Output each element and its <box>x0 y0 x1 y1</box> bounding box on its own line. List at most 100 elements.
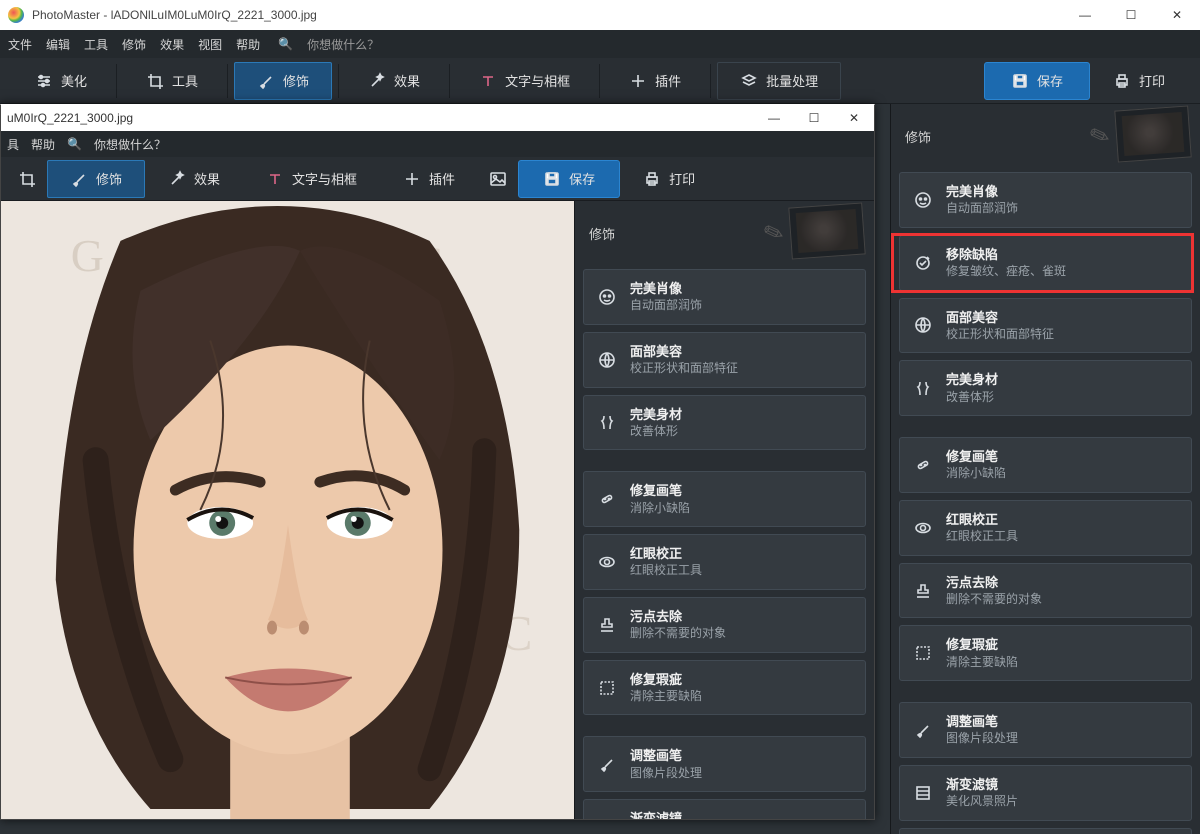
print-button[interactable]: 打印 <box>1090 62 1188 100</box>
nested-search-input[interactable]: 你想做什么？ <box>94 136 166 153</box>
menu-search-input[interactable]: 你想做什么？ <box>307 36 379 53</box>
menu-view[interactable]: 视图 <box>198 36 222 53</box>
eye-icon <box>912 519 934 537</box>
card-stamp[interactable]: 污点去除删除不需要的对象 <box>899 563 1192 619</box>
nested-titlebar: uM0IrQ_2221_3000.jpg — ☐ ✕ <box>1 105 874 131</box>
tool-tools[interactable]: 工具 <box>123 62 221 100</box>
tool-text[interactable]: 文字与相框 <box>456 62 593 100</box>
card-stamp[interactable]: 污点去除删除不需要的对象 <box>583 597 866 653</box>
card-subtitle: 自动面部润饰 <box>630 298 702 314</box>
card-title: 修复画笔 <box>630 482 690 500</box>
card-face[interactable]: 完美肖像自动面部润饰 <box>583 269 866 325</box>
nested-tool-picture[interactable] <box>478 160 518 198</box>
card-subtitle: 图像片段处理 <box>946 731 1018 747</box>
nested-window: uM0IrQ_2221_3000.jpg — ☐ ✕ 具 帮助 🔍 你想做什么？… <box>0 104 875 820</box>
card-eye[interactable]: 红眼校正红眼校正工具 <box>899 500 1192 556</box>
tool-batch[interactable]: 批量处理 <box>717 62 841 100</box>
card-subtitle: 自动面部润饰 <box>946 201 1018 217</box>
rect-icon <box>912 644 934 662</box>
card-title: 修复瑕疵 <box>946 636 1018 654</box>
defect-icon <box>912 254 934 272</box>
card-title: 调整画笔 <box>630 747 702 765</box>
card-globe[interactable]: 面部美容校正形状和面部特征 <box>899 298 1192 354</box>
menu-tools[interactable]: 工具 <box>84 36 108 53</box>
card-subtitle: 校正形状和面部特征 <box>946 327 1054 343</box>
window-close-button[interactable]: ✕ <box>1154 0 1200 30</box>
menu-effects[interactable]: 效果 <box>160 36 184 53</box>
nested-card-list: 完美肖像自动面部润饰面部美容校正形状和面部特征完美身材改善体形修复画笔消除小缺陷… <box>575 265 874 819</box>
canvas-area[interactable]: uM0IrQ_2221_3000.jpg — ☐ ✕ 具 帮助 🔍 你想做什么？… <box>0 104 890 834</box>
card-rect[interactable]: 修复瑕疵清除主要缺陷 <box>583 660 866 716</box>
menu-edit[interactable]: 编辑 <box>46 36 70 53</box>
card-subtitle: 改善体形 <box>946 390 998 406</box>
tool-retouch[interactable]: 修饰 <box>234 62 332 100</box>
nested-print-button[interactable]: 打印 <box>620 160 718 198</box>
card-brush[interactable]: 调整画笔图像片段处理 <box>899 702 1192 758</box>
card-title: 完美身材 <box>630 406 682 424</box>
card-globe[interactable]: 面部美容校正形状和面部特征 <box>583 332 866 388</box>
card-title: 修复瑕疵 <box>630 671 702 689</box>
card-title: 渐变滤镜 <box>630 810 702 819</box>
menu-help[interactable]: 帮助 <box>236 36 260 53</box>
card-defect[interactable]: 移除缺陷修复皱纹、痤疮、雀斑 <box>899 235 1192 291</box>
nested-maximize-button[interactable]: ☐ <box>794 105 834 131</box>
nested-tool-text[interactable]: 文字与相框 <box>243 160 380 198</box>
search-icon: 🔍 <box>278 37 293 51</box>
patch-icon <box>912 456 934 474</box>
card-subtitle: 红眼校正工具 <box>630 563 702 579</box>
nested-save-button[interactable]: 保存 <box>518 160 620 198</box>
nested-tool-retouch[interactable]: 修饰 <box>47 160 145 198</box>
card-title: 污点去除 <box>946 574 1042 592</box>
thumbnail-preview <box>1114 105 1191 162</box>
card-subtitle: 清除主要缺陷 <box>946 655 1018 671</box>
menu-file[interactable]: 文件 <box>8 36 32 53</box>
card-face[interactable]: 完美肖像自动面部润饰 <box>899 172 1192 228</box>
tool-plugins[interactable]: 插件 <box>606 62 704 100</box>
nested-tool-plugins[interactable]: 插件 <box>380 160 478 198</box>
card-subtitle: 修复皱纹、痤疮、雀斑 <box>946 264 1066 280</box>
stamp-icon <box>912 582 934 600</box>
card-radial[interactable]: 径向滤镜在对象上创建强化 <box>899 828 1192 834</box>
nested-tool-first[interactable] <box>7 160 47 198</box>
save-button[interactable]: 保存 <box>984 62 1090 100</box>
window-maximize-button[interactable]: ☐ <box>1108 0 1154 30</box>
card-subtitle: 图像片段处理 <box>630 766 702 782</box>
nested-menu-help[interactable]: 帮助 <box>31 136 55 153</box>
card-title: 完美肖像 <box>946 183 1018 201</box>
rect-icon <box>596 679 618 697</box>
tool-effects[interactable]: 效果 <box>345 62 443 100</box>
card-rect[interactable]: 修复瑕疵清除主要缺陷 <box>899 625 1192 681</box>
tool-beautify[interactable]: 美化 <box>12 62 110 100</box>
card-title: 调整画笔 <box>946 713 1018 731</box>
brush-icon <box>596 755 618 773</box>
card-eye[interactable]: 红眼校正红眼校正工具 <box>583 534 866 590</box>
svg-text:G: G <box>71 230 104 281</box>
thumbnail-preview <box>788 202 865 259</box>
face-icon <box>912 191 934 209</box>
window-minimize-button[interactable]: — <box>1062 0 1108 30</box>
card-brush[interactable]: 调整画笔图像片段处理 <box>583 736 866 792</box>
card-grad[interactable]: 渐变滤镜美化风景照片 <box>899 765 1192 821</box>
nested-menu-tool[interactable]: 具 <box>7 136 19 153</box>
card-title: 完美肖像 <box>630 280 702 298</box>
card-grad[interactable]: 渐变滤镜美化风景照片 <box>583 799 866 819</box>
card-patch[interactable]: 修复画笔消除小缺陷 <box>899 437 1192 493</box>
card-subtitle: 消除小缺陷 <box>630 501 690 517</box>
menu-retouch[interactable]: 修饰 <box>122 36 146 53</box>
nested-canvas[interactable]: G C C <box>1 201 574 819</box>
nested-tool-effects[interactable]: 效果 <box>145 160 243 198</box>
nested-close-button[interactable]: ✕ <box>834 105 874 131</box>
card-subtitle: 改善体形 <box>630 424 682 440</box>
card-body[interactable]: 完美身材改善体形 <box>583 395 866 451</box>
card-list: 完美肖像自动面部润饰移除缺陷修复皱纹、痤疮、雀斑面部美容校正形状和面部特征完美身… <box>891 168 1200 834</box>
search-icon: 🔍 <box>67 137 82 151</box>
brush-icon <box>912 721 934 739</box>
card-title: 移除缺陷 <box>946 246 1066 264</box>
card-body[interactable]: 完美身材改善体形 <box>899 360 1192 416</box>
card-subtitle: 删除不需要的对象 <box>630 626 726 642</box>
card-subtitle: 清除主要缺陷 <box>630 689 702 705</box>
card-subtitle: 校正形状和面部特征 <box>630 361 738 377</box>
nested-minimize-button[interactable]: — <box>754 105 794 131</box>
card-title: 面部美容 <box>946 309 1054 327</box>
card-patch[interactable]: 修复画笔消除小缺陷 <box>583 471 866 527</box>
